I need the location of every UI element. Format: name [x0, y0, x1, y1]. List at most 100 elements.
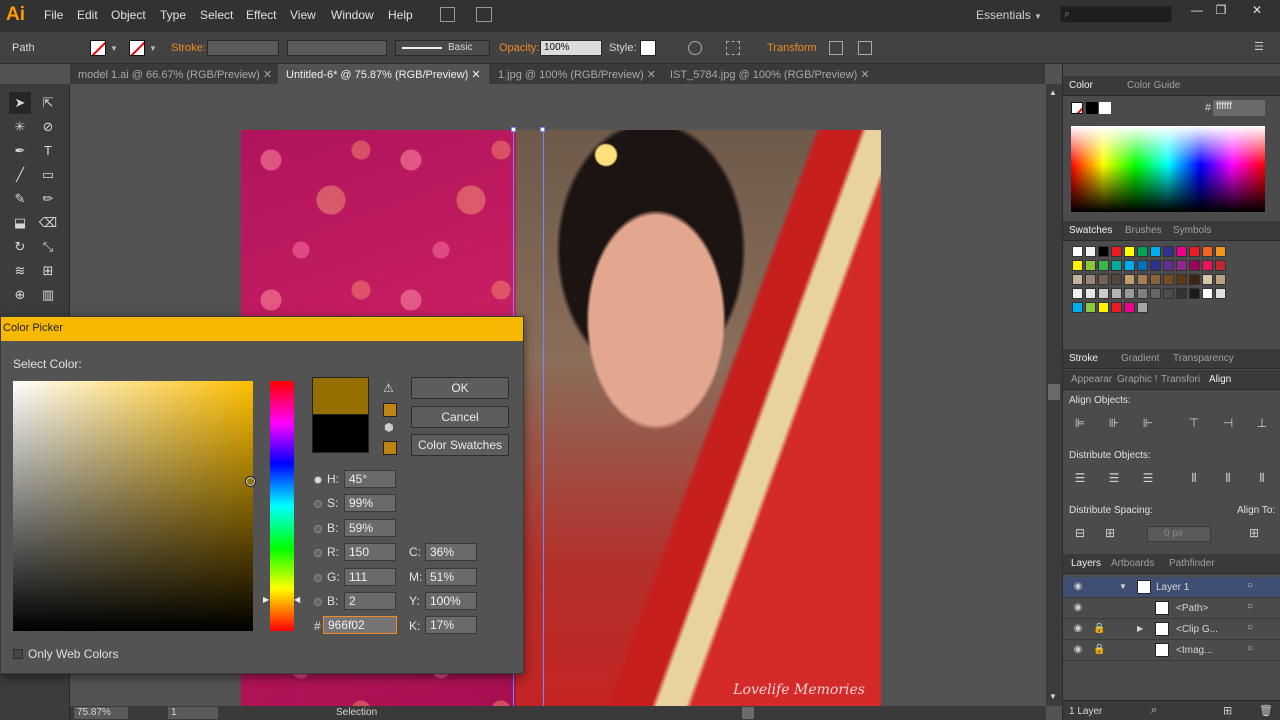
hue-slider-right-arrow[interactable]: ◀	[294, 595, 300, 604]
visibility-eye-icon[interactable]: ◉	[1069, 602, 1087, 613]
line-tool-icon[interactable]: ╱	[9, 164, 31, 186]
swatch[interactable]	[1215, 274, 1226, 285]
swatch[interactable]	[1098, 302, 1109, 313]
hue-radio[interactable]	[314, 476, 322, 484]
bride-photo[interactable]: Lovelife Memories	[516, 130, 881, 706]
stroke-weight-field[interactable]	[207, 40, 279, 56]
swatch[interactable]	[1215, 246, 1226, 257]
status-mode[interactable]: Selection	[336, 707, 377, 718]
shape-builder-tool-icon[interactable]: ⊕	[9, 284, 31, 306]
scroll-thumb[interactable]	[1048, 384, 1060, 400]
tab-artboards[interactable]: Artboards	[1111, 558, 1154, 569]
close-button[interactable]: ✕	[1246, 3, 1268, 21]
menu-object[interactable]: Object	[111, 8, 146, 22]
tab-1-jpg[interactable]: 1.jpg @ 100% (RGB/Preview) ✕	[490, 64, 664, 84]
expand-icon[interactable]: ▼	[1119, 582, 1127, 591]
none-swatch[interactable]	[1071, 102, 1083, 114]
tab-color[interactable]: Color	[1069, 80, 1093, 91]
zoom-field[interactable]: 75.87%	[74, 707, 128, 719]
transform-link[interactable]: Transform	[767, 42, 817, 54]
saturation-brightness-field[interactable]	[13, 381, 253, 631]
in-gamut-swatch[interactable]	[383, 403, 397, 417]
menu-help[interactable]: Help	[388, 8, 413, 22]
swatch[interactable]	[1124, 260, 1135, 271]
rectangle-tool-icon[interactable]: ▭	[37, 164, 59, 186]
scroll-up-icon[interactable]: ▲	[1049, 88, 1057, 97]
swatch[interactable]	[1176, 288, 1187, 299]
swatch[interactable]	[1098, 288, 1109, 299]
vertical-align-center-icon[interactable]: ⊣	[1217, 416, 1239, 434]
pencil-tool-icon[interactable]: ✏	[37, 188, 59, 210]
tab-align[interactable]: Align	[1209, 374, 1231, 385]
lasso-tool-icon[interactable]: ⊘	[37, 116, 59, 138]
stroke-dropdown-icon[interactable]: ▼	[149, 44, 157, 53]
cancel-button[interactable]: Cancel	[411, 406, 509, 428]
tab-gradient[interactable]: Gradient	[1121, 353, 1159, 364]
only-web-colors-option[interactable]: Only Web Colors	[13, 647, 118, 661]
swatch[interactable]	[1124, 274, 1135, 285]
close-tab-icon[interactable]: ✕	[860, 69, 869, 81]
swatch[interactable]	[1111, 288, 1122, 299]
pen-tool-icon[interactable]: ✒	[9, 140, 31, 162]
swatch[interactable]	[1085, 260, 1096, 271]
isolate-object-icon[interactable]	[829, 41, 843, 55]
horizontal-distribute-center-icon[interactable]: ⫴	[1217, 471, 1239, 489]
align-to-dropdown-icon[interactable]: ⊞	[1243, 526, 1265, 544]
swatch[interactable]	[1072, 260, 1083, 271]
menu-select[interactable]: Select	[200, 8, 233, 22]
visibility-eye-icon[interactable]: ◉	[1069, 644, 1087, 655]
target-icon[interactable]: ○	[1247, 601, 1253, 612]
horizontal-align-right-icon[interactable]: ⊩	[1137, 416, 1159, 434]
black-field[interactable]: 17%	[425, 616, 477, 634]
swatch[interactable]	[1098, 260, 1109, 271]
tab-symbols[interactable]: Symbols	[1173, 225, 1211, 236]
tab-color-guide[interactable]: Color Guide	[1127, 80, 1180, 91]
tab-stroke[interactable]: Stroke	[1069, 353, 1098, 364]
swatch[interactable]	[1137, 302, 1148, 313]
target-icon[interactable]: ○	[1247, 580, 1253, 591]
horizontal-scroll-thumb[interactable]	[742, 707, 754, 719]
swatch[interactable]	[1202, 260, 1213, 271]
vertical-scrollbar[interactable]: ▲ ▼	[1046, 84, 1062, 706]
type-tool-icon[interactable]: T	[37, 140, 59, 162]
vertical-distribute-center-icon[interactable]: ☰	[1103, 471, 1125, 489]
swatch[interactable]	[1111, 246, 1122, 257]
minimize-button[interactable]: —	[1186, 3, 1208, 21]
panel-menu-icon[interactable]: ☰	[1254, 40, 1264, 53]
fill-swatch[interactable]	[90, 40, 106, 56]
tab-swatches[interactable]: Swatches	[1069, 225, 1112, 236]
swatch[interactable]	[1189, 260, 1200, 271]
layer-row[interactable]: ◉ ▼ Layer 1 ○	[1063, 577, 1280, 598]
ok-button[interactable]: OK	[411, 377, 509, 399]
fill-dropdown-icon[interactable]: ▼	[110, 44, 118, 53]
blob-brush-tool-icon[interactable]: ⬓	[9, 212, 31, 234]
recolor-artwork-icon[interactable]	[688, 41, 702, 55]
swatch[interactable]	[1202, 274, 1213, 285]
green-radio[interactable]	[314, 574, 322, 582]
swatch[interactable]	[1150, 274, 1161, 285]
search-input[interactable]: ⌕	[1060, 6, 1172, 23]
swatch[interactable]	[1137, 288, 1148, 299]
swatch[interactable]	[1150, 288, 1161, 299]
anchor-point[interactable]	[540, 127, 545, 132]
menu-type[interactable]: Type	[160, 8, 186, 22]
swatch[interactable]	[1098, 274, 1109, 285]
variable-width-profile[interactable]	[287, 40, 387, 56]
swatch[interactable]	[1150, 260, 1161, 271]
menu-file[interactable]: File	[44, 8, 63, 22]
tab-graphic-styles[interactable]: Graphic !	[1117, 374, 1158, 385]
blue-radio[interactable]	[314, 598, 322, 606]
swatch[interactable]	[1163, 260, 1174, 271]
menu-edit[interactable]: Edit	[77, 8, 98, 22]
bridge-icon[interactable]	[440, 7, 455, 22]
tab-model-1[interactable]: model 1.ai @ 66.67% (RGB/Preview) ✕	[70, 64, 280, 84]
red-radio[interactable]	[314, 549, 322, 557]
swatch[interactable]	[1163, 246, 1174, 257]
only-web-colors-checkbox[interactable]	[13, 649, 23, 659]
swatch[interactable]	[1072, 246, 1083, 257]
horizontal-distribute-space-icon[interactable]: ⊞	[1099, 526, 1121, 544]
white-swatch[interactable]	[1099, 102, 1111, 114]
selection-tool-icon[interactable]: ➤	[9, 92, 31, 114]
spacing-value-field[interactable]: 0 px	[1147, 526, 1211, 542]
saturation-field[interactable]: 99%	[344, 494, 396, 512]
